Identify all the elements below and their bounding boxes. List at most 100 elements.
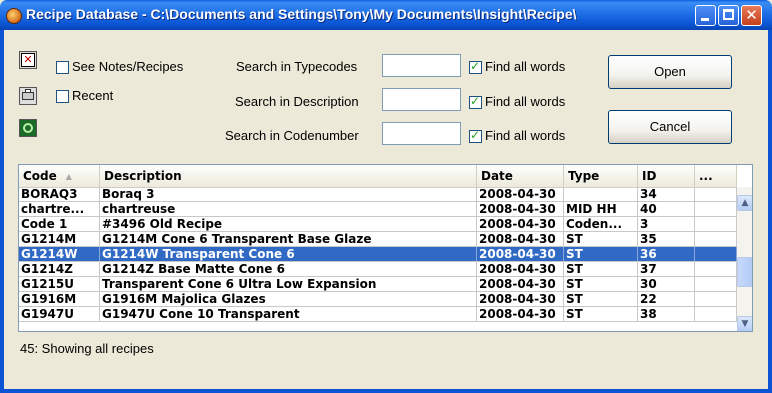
cell-extra	[695, 217, 737, 231]
status-text: 45: Showing all recipes	[20, 341, 154, 356]
cell-extra	[695, 187, 737, 201]
column-header-code[interactable]: Code ▲	[19, 165, 100, 187]
description-find-all-label: Find all words	[485, 94, 566, 109]
window-frame-right	[768, 30, 772, 393]
maximize-button[interactable]	[718, 5, 739, 26]
scroll-down-button[interactable]: ▼	[737, 316, 752, 331]
cell-id: 3	[638, 217, 695, 231]
cell-code: BORAQ3	[19, 187, 100, 201]
column-header-code-label: Code	[23, 169, 57, 183]
table-header: Code ▲ Description Date Type ID ...	[19, 165, 737, 188]
scroll-down-icon: ▼	[741, 319, 749, 329]
print-icon[interactable]	[19, 87, 37, 105]
table-row[interactable]: G1214Z G1214Z Base Matte Cone 6 2008-04-30…	[19, 262, 737, 277]
window-title: Recipe Database - C:\Documents and Setti…	[26, 6, 577, 22]
cell-code: Code 1	[19, 217, 100, 231]
table-row[interactable]: G1214M G1214M Cone 6 Transparent Base Gla…	[19, 232, 737, 247]
cell-id: 30	[638, 277, 695, 291]
typecodes-search-label: Search in Typecodes	[236, 59, 358, 74]
cell-id: 40	[638, 202, 695, 216]
open-button[interactable]: Open	[608, 55, 732, 89]
cell-type: ST	[564, 292, 638, 306]
cell-code: G1214W	[19, 247, 100, 261]
app-icon	[6, 8, 22, 24]
table-body: BORAQ3 Boraq 3 2008-04-30 34 chartre... chart…	[19, 187, 737, 322]
cell-extra	[695, 292, 737, 306]
codenumber-find-all-checkbox[interactable]	[469, 128, 482, 143]
cell-description: G1916M Majolica Glazes	[100, 292, 477, 306]
scroll-up-icon: ▲	[741, 198, 749, 208]
cell-description: #3496 Old Recipe	[100, 217, 477, 231]
column-header-id[interactable]: ID	[638, 165, 695, 187]
close-icon: ✕	[745, 6, 758, 24]
cell-code: G1214M	[19, 232, 100, 246]
delete-recipe-icon[interactable]: ✕	[19, 51, 37, 69]
maximize-icon	[723, 9, 734, 20]
cell-type: ST	[564, 232, 638, 246]
cell-type: ST	[564, 262, 638, 276]
cell-date: 2008-04-30	[477, 277, 564, 291]
column-header-description[interactable]: Description	[100, 165, 477, 187]
close-button[interactable]: ✕	[741, 5, 762, 26]
cell-description: chartreuse	[100, 202, 477, 216]
description-search-input[interactable]	[382, 88, 461, 111]
window-frame-bottom	[0, 389, 772, 393]
printer-body-icon	[22, 92, 34, 100]
cell-description: G1214Z Base Matte Cone 6	[100, 262, 477, 276]
table-row[interactable]: G1215U Transparent Cone 6 Ultra Low Expan…	[19, 277, 737, 292]
cell-type: MID HH	[564, 202, 638, 216]
recipe-database-window: Recipe Database - C:\Documents and Setti…	[0, 0, 772, 393]
table-row[interactable]: G1947U G1947U Cone 10 Transparent 2008-04-…	[19, 307, 737, 322]
recent-checkbox[interactable]	[56, 90, 69, 103]
cell-description: Transparent Cone 6 Ultra Low Expansion	[100, 277, 477, 291]
cell-type: ST	[564, 277, 638, 291]
cell-type: Coden...	[564, 217, 638, 231]
description-find-all-checkbox[interactable]	[469, 94, 482, 109]
cell-date: 2008-04-30	[477, 232, 564, 246]
scroll-thumb[interactable]	[737, 257, 752, 287]
table-row[interactable]: G1214W G1214W Transparent Cone 6 2008-04-3…	[19, 247, 737, 262]
typecodes-search-input[interactable]	[382, 54, 461, 77]
column-header-type[interactable]: Type	[564, 165, 638, 187]
cell-date: 2008-04-30	[477, 217, 564, 231]
column-header-date[interactable]: Date	[477, 165, 564, 187]
cell-description: Boraq 3	[100, 187, 477, 201]
scroll-up-button[interactable]: ▲	[737, 195, 752, 211]
table-row[interactable]: BORAQ3 Boraq 3 2008-04-30 34	[19, 187, 737, 202]
cell-date: 2008-04-30	[477, 307, 564, 321]
codenumber-search-label: Search in Codenumber	[225, 128, 359, 143]
table-row[interactable]: Code 1 #3496 Old Recipe 2008-04-30 Coden...…	[19, 217, 737, 232]
recent-label: Recent	[72, 88, 114, 103]
cell-code: chartre...	[19, 202, 100, 216]
typecodes-find-all-checkbox[interactable]	[469, 59, 482, 74]
cell-type: ST	[564, 307, 638, 321]
cell-extra	[695, 277, 737, 291]
cell-date: 2008-04-30	[477, 247, 564, 261]
vertical-scrollbar[interactable]: ▲ ▼	[737, 187, 752, 331]
cell-date: 2008-04-30	[477, 292, 564, 306]
minimize-button[interactable]	[695, 5, 716, 26]
cell-date: 2008-04-30	[477, 187, 564, 201]
column-header-more[interactable]: ...	[695, 165, 737, 187]
table-row[interactable]: chartre... chartreuse 2008-04-30 MID HH 40	[19, 202, 737, 217]
window-frame-left	[0, 30, 4, 393]
codenumber-search-input[interactable]	[382, 122, 461, 145]
cell-code: G1214Z	[19, 262, 100, 276]
cell-id: 22	[638, 292, 695, 306]
cell-description: G1214M Cone 6 Transparent Base Glaze	[100, 232, 477, 246]
recipe-table[interactable]: Code ▲ Description Date Type ID ... BORAQ…	[18, 164, 753, 332]
cell-extra	[695, 202, 737, 216]
cell-description: G1947U Cone 10 Transparent	[100, 307, 477, 321]
cell-description: G1214W Transparent Cone 6	[100, 247, 477, 261]
minimize-icon	[701, 18, 709, 21]
cancel-button[interactable]: Cancel	[608, 110, 732, 144]
cell-id: 38	[638, 307, 695, 321]
table-row[interactable]: G1916M G1916M Majolica Glazes 2008-04-30 ST…	[19, 292, 737, 307]
cell-extra	[695, 307, 737, 321]
see-notes-checkbox[interactable]	[56, 61, 69, 74]
target-icon[interactable]	[19, 119, 37, 137]
title-bar[interactable]: Recipe Database - C:\Documents and Setti…	[0, 0, 772, 30]
cell-code: G1916M	[19, 292, 100, 306]
sort-ascending-icon: ▲	[65, 171, 72, 181]
cell-date: 2008-04-30	[477, 262, 564, 276]
